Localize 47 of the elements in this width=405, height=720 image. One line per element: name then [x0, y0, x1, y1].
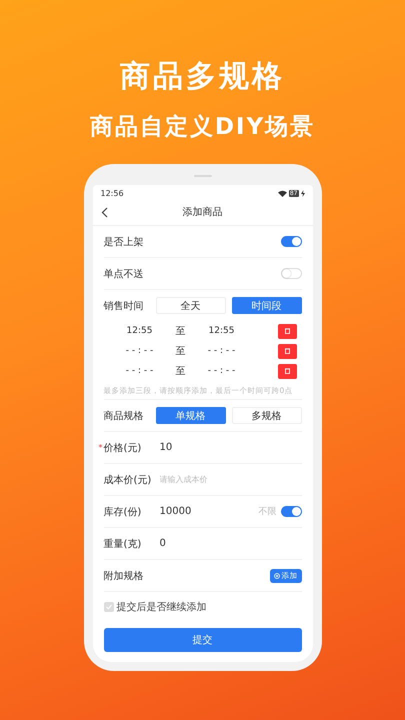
input-field[interactable]: 10000	[160, 506, 250, 517]
plus-circle-icon	[274, 572, 280, 578]
field-label: 库存(份)	[104, 506, 142, 518]
to-label: 至	[174, 345, 186, 358]
option-button[interactable]: 多规格	[232, 407, 302, 424]
submit-button[interactable]: 提交	[104, 628, 302, 652]
start-time[interactable]: 12:55	[118, 326, 162, 336]
checkbox[interactable]	[104, 602, 114, 612]
field-label: 成本价(元)	[104, 474, 152, 486]
input-field[interactable]: 0	[160, 538, 250, 549]
delete-button[interactable]	[278, 324, 296, 338]
input-field[interactable]: 10	[160, 442, 250, 453]
row-label: 附加规格	[104, 570, 144, 582]
charging-icon	[300, 190, 304, 196]
toggle-switch[interactable]	[280, 236, 302, 247]
headline: 商品多规格	[120, 58, 285, 96]
field-label: 价格(元)	[104, 442, 142, 454]
option-button[interactable]: 全天	[156, 297, 226, 314]
row-label: 销售时间	[104, 300, 144, 312]
row-label: 单点不送	[104, 268, 144, 280]
delete-button[interactable]	[278, 344, 296, 358]
unlimited-label: 不限	[258, 506, 276, 518]
option-button[interactable]: 单规格	[156, 407, 226, 424]
delete-button[interactable]	[278, 364, 296, 378]
trash-icon	[284, 328, 290, 334]
input-field[interactable]: 请输入成本价	[160, 474, 250, 485]
checkbox-label: 提交后是否继续添加	[116, 600, 206, 614]
trash-icon	[284, 348, 290, 354]
required-mark: *	[98, 443, 102, 452]
status-time: 12:56	[100, 188, 124, 198]
start-time[interactable]: - - : - -	[118, 366, 162, 376]
screen-title: 添加商品	[182, 206, 222, 219]
field-label: 重量(克)	[104, 538, 142, 550]
to-label: 至	[174, 365, 186, 378]
to-label: 至	[174, 325, 186, 338]
end-time[interactable]: 12:55	[200, 326, 244, 336]
end-time[interactable]: - - : - -	[200, 346, 244, 356]
trash-icon	[284, 368, 290, 374]
toggle-switch[interactable]	[280, 506, 302, 517]
end-time[interactable]: - - : - -	[200, 366, 244, 376]
row-label: 是否上架	[104, 236, 144, 248]
subheadline: 商品自定义DIY场景	[90, 113, 316, 142]
wifi-icon	[278, 190, 287, 196]
row-label: 商品规格	[104, 410, 144, 422]
start-time[interactable]: - - : - -	[118, 346, 162, 356]
option-button[interactable]: 时间段	[232, 297, 302, 314]
back-icon[interactable]	[100, 207, 108, 218]
